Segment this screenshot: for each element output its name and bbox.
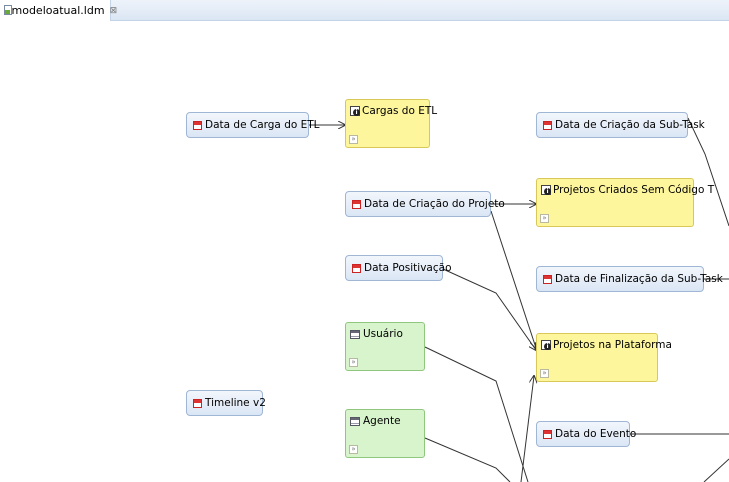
- expand-chevron-icon[interactable]: »: [349, 135, 358, 144]
- close-icon[interactable]: ⊠: [110, 6, 118, 16]
- node-label: Usuário: [363, 328, 403, 340]
- fact-info-icon: i: [350, 106, 360, 116]
- calendar-icon: [352, 263, 361, 273]
- node-label: Data do Evento: [555, 428, 637, 440]
- connector-bottom-up: [520, 376, 534, 482]
- node-label: Projetos Criados Sem Código T: [553, 184, 715, 196]
- fact-info-icon: i: [541, 185, 551, 195]
- attribute-usuario[interactable]: Usuário »: [345, 322, 425, 371]
- connector-agente: [424, 437, 511, 482]
- node-label: Cargas do ETL: [362, 105, 438, 117]
- node-label: Timeline v2: [205, 397, 266, 409]
- tab-title: *modeloatual.ldm: [6, 4, 105, 17]
- calendar-icon: [193, 398, 202, 408]
- connector-usuario: [424, 346, 529, 482]
- tab-modeloatual[interactable]: *modeloatual.ldm ⊠: [0, 0, 117, 21]
- expand-chevron-icon[interactable]: »: [540, 369, 549, 378]
- date-data-criacao-projeto[interactable]: Data de Criação do Projeto: [345, 191, 505, 217]
- node-header: i Projetos Criados Sem Código T: [537, 179, 714, 196]
- node-label: Data de Criação do Projeto: [364, 198, 505, 210]
- node-label: Projetos na Plataforma: [553, 339, 672, 351]
- fact-cargas-etl[interactable]: i Cargas do ETL »: [345, 99, 437, 148]
- calendar-icon: [193, 120, 202, 130]
- calendar-icon: [543, 120, 552, 130]
- fact-info-icon: i: [541, 340, 551, 350]
- connector-positivacao-plataforma: [442, 268, 536, 350]
- editor-tab-bar: *modeloatual.ldm ⊠: [0, 0, 729, 21]
- date-data-positivacao[interactable]: Data Positivação: [345, 255, 452, 281]
- node-label: Data de Finalização da Sub-Task: [555, 273, 723, 285]
- calendar-icon: [352, 199, 361, 209]
- date-data-finalizacao-subtask[interactable]: Data de Finalização da Sub-Task: [536, 266, 723, 292]
- connector-subtask-criacao: [687, 117, 729, 227]
- attribute-agente[interactable]: Agente »: [345, 409, 425, 458]
- calendar-icon: [543, 429, 552, 439]
- node-label: Agente: [363, 415, 401, 427]
- date-data-evento[interactable]: Data do Evento: [536, 421, 636, 447]
- node-label: Data de Carga do ETL: [205, 119, 320, 131]
- diagram-canvas[interactable]: Data de Carga do ETL Data de Criação do …: [0, 21, 729, 482]
- node-header: Usuário: [346, 323, 424, 340]
- table-icon: [350, 416, 360, 426]
- node-label: Data Positivação: [364, 262, 452, 274]
- connector-bottom-right: [703, 458, 729, 482]
- fact-projetos-plataforma[interactable]: i Projetos na Plataforma »: [536, 333, 672, 382]
- node-header: i Cargas do ETL: [346, 100, 437, 117]
- node-header: i Projetos na Plataforma: [537, 334, 672, 351]
- date-data-carga-etl[interactable]: Data de Carga do ETL: [186, 112, 320, 138]
- expand-chevron-icon[interactable]: »: [349, 445, 358, 454]
- node-header: Agente: [346, 410, 424, 427]
- connector-criacao-projeto-plataforma: [490, 210, 536, 348]
- table-icon: [350, 329, 360, 339]
- node-label: Data de Criação da Sub-Task: [555, 119, 705, 131]
- date-data-criacao-subtask[interactable]: Data de Criação da Sub-Task: [536, 112, 705, 138]
- date-timeline-v2[interactable]: Timeline v2: [186, 390, 266, 416]
- expand-chevron-icon[interactable]: »: [349, 358, 358, 367]
- calendar-icon: [543, 274, 552, 284]
- fact-projetos-sem-codigo[interactable]: i Projetos Criados Sem Código T »: [536, 178, 714, 227]
- expand-chevron-icon[interactable]: »: [540, 214, 549, 223]
